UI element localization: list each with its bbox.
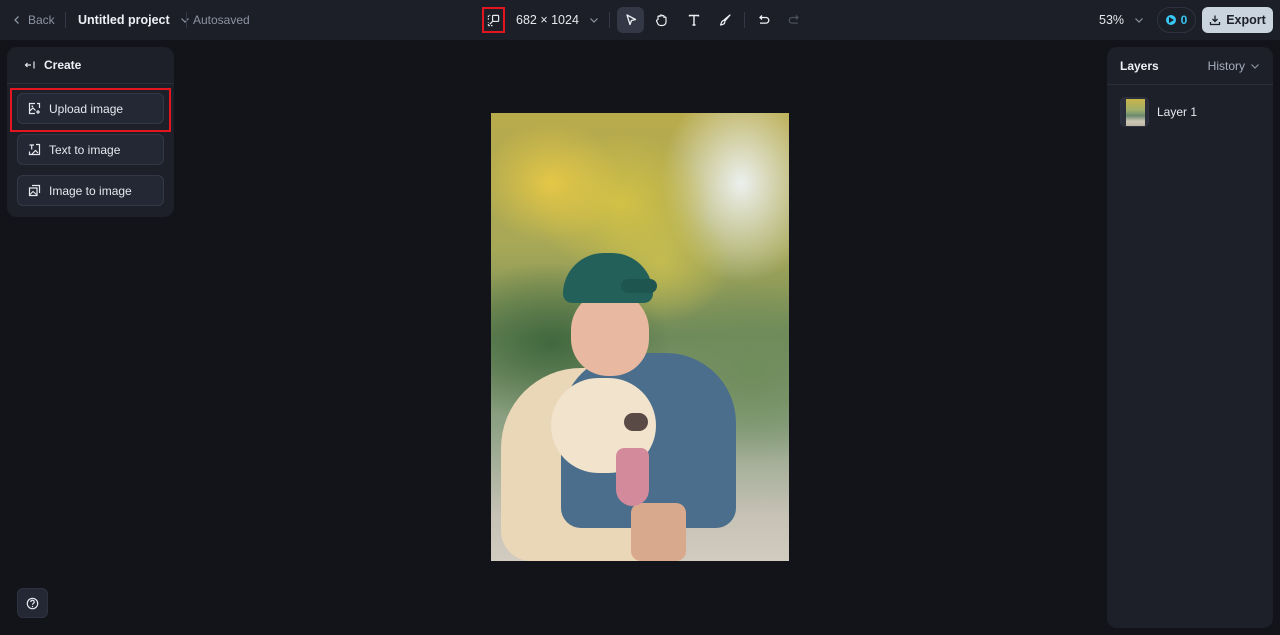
resize-icon [487,14,500,26]
text-tool-button[interactable] [680,7,707,33]
redo-button[interactable] [780,7,807,33]
layer-name: Layer 1 [1157,105,1198,119]
layers-panel-header: Layers History [1107,47,1273,85]
layers-panel: Layers History Layer 1 [1107,47,1273,628]
zoom-level: 53% [1099,13,1125,27]
save-status: Autosaved [193,13,250,27]
image-to-image-label: Image to image [49,183,132,198]
download-icon [1210,15,1221,26]
chevron-left-icon [14,16,19,24]
layers-tab[interactable]: Layers [1120,59,1159,73]
text-icon [688,14,699,26]
export-label: Export [1226,13,1266,27]
brush-tool-button[interactable] [711,7,738,33]
photo-boy-leg [631,503,686,561]
collapse-left-icon [24,61,35,69]
hand-icon [655,14,667,27]
photo-boy-cap [563,253,653,303]
create-panel-header[interactable]: Create [7,47,174,84]
chevron-down-icon [180,18,189,23]
history-dropdown[interactable]: History [1208,59,1260,73]
help-button[interactable] [17,588,48,618]
credits-button[interactable]: 0 [1157,7,1196,33]
canvas-size-dropdown[interactable]: 682 × 1024 [516,0,599,40]
undo-button[interactable] [750,7,777,33]
image-to-image-button[interactable]: Image to image [17,175,164,206]
upload-image-button[interactable]: Upload image [17,93,164,124]
credit-count: 0 [1180,13,1188,27]
resize-canvas-button[interactable] [482,7,505,33]
help-icon [26,597,39,609]
canvas-size: 682 × 1024 [516,13,579,27]
project-name: Untitled project [78,13,170,27]
text-to-image-icon [28,143,41,156]
select-tool-button[interactable] [617,7,644,33]
chevron-down-icon [589,18,598,23]
brush-icon [719,14,731,26]
layer-item[interactable]: Layer 1 [1120,97,1197,127]
photo-dog-nose [624,413,648,431]
photo-dog-tongue [616,448,649,506]
upload-image-label: Upload image [49,101,124,116]
redo-icon [788,15,799,24]
create-panel: Create Upload image Text to image Image … [7,47,174,217]
layer-thumbnail [1120,97,1149,127]
canvas-image[interactable] [491,113,789,561]
chevron-down-icon [1135,18,1143,23]
back-button[interactable]: Back [12,0,55,40]
divider [609,12,610,28]
zoom-dropdown[interactable]: 53% [1099,0,1144,40]
text-to-image-label: Text to image [49,142,121,157]
back-label: Back [28,13,55,27]
divider [186,12,187,28]
history-label: History [1207,58,1245,73]
undo-icon [758,15,769,24]
image-to-image-icon [28,184,41,197]
divider [744,12,745,28]
cursor-arrow-icon [625,14,636,26]
chevron-down-icon [1251,63,1259,69]
upload-image-icon [28,102,41,115]
project-name-dropdown[interactable]: Untitled project [78,0,190,40]
create-panel-title: Create [44,58,82,72]
photo-boy-face [571,291,649,376]
top-bar: Back Untitled project Autosaved 682 × 10… [0,0,1280,40]
text-to-image-button[interactable]: Text to image [17,134,164,165]
photo-cap-bill [621,279,657,293]
hand-tool-button[interactable] [647,7,674,33]
divider [65,12,66,28]
credit-icon [1165,15,1176,25]
export-button[interactable]: Export [1202,7,1273,33]
